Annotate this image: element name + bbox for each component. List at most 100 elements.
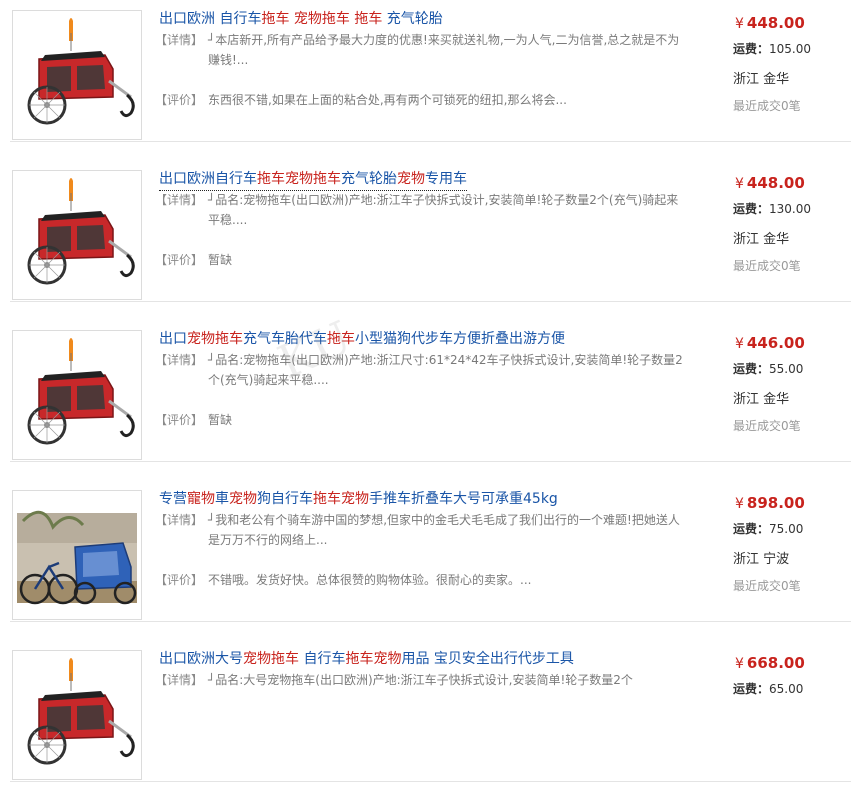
product-title-link[interactable]: 出口欧洲自行车拖车宠物拖车充气轮胎宠物专用车 <box>159 169 467 191</box>
title-keyword-highlight: 拖车宠物拖车 <box>257 171 341 187</box>
title-text: 手推车折叠车大号可承重45kg <box>369 491 558 507</box>
shipping-fee: 运费：65.00 <box>733 680 803 697</box>
title-keyword-highlight: 宠物拖车 <box>187 331 243 347</box>
seller-location: 浙江 金华 <box>733 392 790 407</box>
recent-sales: 最近成交0笔 <box>733 579 801 593</box>
shipping-fee: 运费：130.00 <box>733 200 811 217</box>
product-title-link[interactable]: 出口宠物拖车充气车胎代车拖车小型猫狗代步车方便折叠出游方便 <box>159 329 565 349</box>
title-text: 自行车 <box>299 651 346 667</box>
item-divider <box>10 301 851 302</box>
detail-label: 【详情】 <box>155 513 204 527</box>
title-text: 小型猫狗代步车方便折叠出游方便 <box>355 331 565 347</box>
currency-symbol: ¥ <box>735 496 744 512</box>
shipping-label: 运费： <box>733 42 770 56</box>
detail-text: ┘本店新开,所有产品给予最大力度的优惠!来买就送礼物,一为人气,二为信誉,总之就… <box>208 33 680 67</box>
product-thumbnail[interactable] <box>12 10 142 140</box>
price: ¥898.00 <box>735 494 805 512</box>
product-item: 出口欧洲自行车拖车宠物拖车充气轮胎宠物专用车 【详情】 ┘品名:宠物拖车(出口欧… <box>0 162 851 322</box>
recent-sales: 最近成交0笔 <box>733 419 801 433</box>
product-item: 出口宠物拖车充气车胎代车拖车小型猫狗代步车方便折叠出游方便 【详情】 ┘品名:宠… <box>0 322 851 482</box>
shipping-value: 65.00 <box>769 682 804 696</box>
title-text: 狗自行车 <box>257 491 313 507</box>
product-item: 出口欧洲大号宠物拖车 自行车拖车宠物用品 宝贝安全出行代步工具 【详情】 ┘品名… <box>0 642 851 802</box>
review-text: 不错哦。发货好快。总体很赞的购物体验。很耐心的卖家。... <box>208 573 532 587</box>
title-keyword-highlight: 拖车 <box>354 11 383 27</box>
price-value: 448.00 <box>746 14 805 32</box>
shipping-value: 130.00 <box>769 202 812 216</box>
detail-text: ┘品名:宠物拖车(出口欧洲)产地:浙江车子快拆式设计,安装简单!轮子数量2个(充… <box>208 193 679 227</box>
shipping-label: 运费： <box>733 682 770 696</box>
product-thumbnail[interactable] <box>12 170 142 300</box>
item-divider <box>10 461 851 462</box>
detail-label: 【详情】 <box>155 193 204 207</box>
recent-sales: 最近成交0笔 <box>733 99 801 113</box>
title-text: 出口欧洲 自行车 <box>159 11 262 27</box>
title-text: 充气轮胎 <box>382 11 443 27</box>
item-divider <box>10 781 851 782</box>
review-text: 东西很不错,如果在上面的粘合处,再有两个可锁死的纽扣,那么将会... <box>208 93 567 107</box>
detail-text: ┘我和老公有个骑车游中国的梦想,但家中的金毛犬毛毛成了我们出行的一个难题!把她送… <box>208 513 680 547</box>
review-label: 【评价】 <box>155 413 204 427</box>
title-text: 专用车 <box>425 171 467 187</box>
title-keyword-highlight: 宠物 <box>397 171 425 187</box>
review-label: 【评价】 <box>155 93 204 107</box>
title-text: 出口 <box>159 331 187 347</box>
product-title-link[interactable]: 出口欧洲大号宠物拖车 自行车拖车宠物用品 宝贝安全出行代步工具 <box>159 649 574 669</box>
detail-text: ┘品名:大号宠物拖车(出口欧洲)产地:浙江车子快拆式设计,安装简单!轮子数量2个 <box>208 673 633 687</box>
title-keyword-highlight: 拖车宠物 <box>313 491 369 507</box>
shipping-value: 75.00 <box>769 522 804 536</box>
review-label: 【评价】 <box>155 253 204 267</box>
title-text: 专营 <box>159 491 187 507</box>
title-keyword-highlight: 宠物拖车 <box>293 11 350 27</box>
title-text: 用品 宝贝安全出行代步工具 <box>401 651 574 667</box>
product-item: 专营寵物車宠物狗自行车拖车宠物手推车折叠车大号可承重45kg 【详情】 ┘我和老… <box>0 482 851 642</box>
title-text: 車 <box>215 491 229 507</box>
price-value: 446.00 <box>746 334 805 352</box>
detail-label: 【详情】 <box>155 673 204 687</box>
blue-pet-trailer-photo-icon <box>13 491 141 619</box>
title-keyword-highlight: 拖车 <box>261 11 290 27</box>
product-thumbnail[interactable] <box>12 490 142 620</box>
title-keyword-highlight: 寵物 <box>187 491 215 507</box>
title-text: 出口欧洲大号 <box>159 651 243 667</box>
shipping-fee: 运费：55.00 <box>733 360 803 377</box>
currency-symbol: ¥ <box>735 336 744 352</box>
shipping-fee: 运费：105.00 <box>733 40 811 57</box>
title-text: 出口欧洲自行车 <box>159 171 257 187</box>
product-title-link[interactable]: 专营寵物車宠物狗自行车拖车宠物手推车折叠车大号可承重45kg <box>159 489 558 509</box>
currency-symbol: ¥ <box>735 656 744 672</box>
price: ¥448.00 <box>735 174 805 192</box>
product-thumbnail[interactable] <box>12 330 142 460</box>
item-divider <box>10 141 851 142</box>
review-text: 暂缺 <box>208 253 233 267</box>
shipping-value: 55.00 <box>769 362 804 376</box>
recent-sales: 最近成交0笔 <box>733 259 801 273</box>
title-keyword-highlight: 拖车宠物 <box>345 651 402 667</box>
product-thumbnail[interactable] <box>12 650 142 780</box>
title-text: 充气车胎代车 <box>243 331 327 347</box>
title-keyword-highlight: 宠物拖车 <box>243 651 299 667</box>
price: ¥448.00 <box>735 14 805 32</box>
shipping-label: 运费： <box>733 362 770 376</box>
price-value: 898.00 <box>746 494 805 512</box>
red-pet-trailer-icon <box>13 331 141 459</box>
product-item: 出口欧洲 自行车拖车 宠物拖车 拖车 充气轮胎 【详情】 ┘本店新开,所有产品给… <box>0 2 851 162</box>
title-keyword-highlight: 宠物 <box>229 491 257 507</box>
price: ¥668.00 <box>735 654 805 672</box>
price: ¥446.00 <box>735 334 805 352</box>
price-value: 668.00 <box>746 654 805 672</box>
seller-location: 浙江 金华 <box>733 232 790 247</box>
currency-symbol: ¥ <box>735 16 744 32</box>
shipping-fee: 运费：75.00 <box>733 520 803 537</box>
detail-label: 【详情】 <box>155 33 204 47</box>
seller-location: 浙江 宁波 <box>733 552 790 567</box>
title-text: 充气轮胎 <box>341 171 397 187</box>
red-pet-trailer-icon <box>13 171 141 299</box>
price-value: 448.00 <box>746 174 805 192</box>
red-pet-trailer-icon <box>13 11 141 139</box>
red-pet-trailer-icon <box>13 651 141 779</box>
title-keyword-highlight: 拖车 <box>327 331 355 347</box>
product-title-link[interactable]: 出口欧洲 自行车拖车 宠物拖车 拖车 充气轮胎 <box>159 9 443 29</box>
shipping-label: 运费： <box>733 202 770 216</box>
review-text: 暂缺 <box>208 413 233 427</box>
